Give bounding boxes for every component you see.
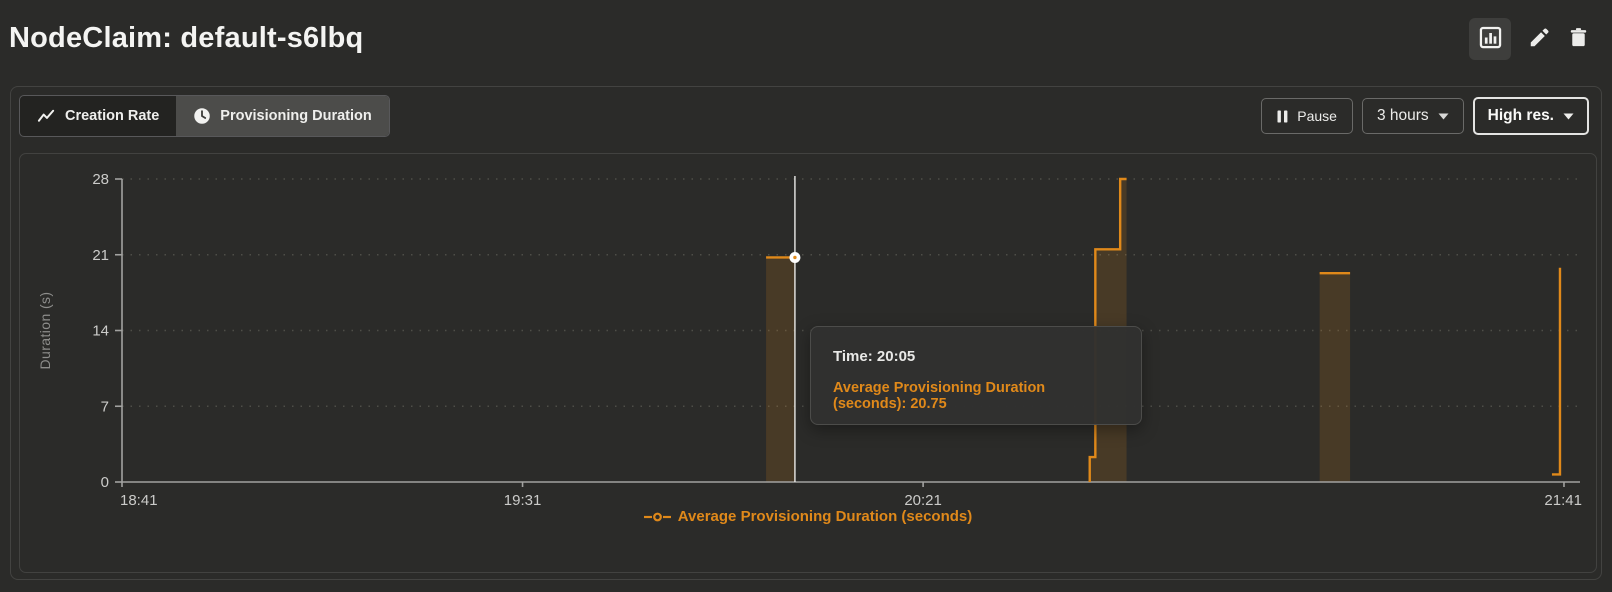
header-actions [1469, 18, 1590, 60]
legend-label: Average Provisioning Duration (seconds) [678, 508, 973, 525]
tab-creation-rate[interactable]: Creation Rate [20, 96, 176, 136]
chart-panel: Creation Rate Provisioning Duration [10, 86, 1602, 580]
tooltip-time: Time: 20:05 [833, 348, 1119, 365]
toolbar-right: Pause 3 hours High res. [1261, 95, 1589, 137]
pause-label: Pause [1297, 108, 1337, 124]
bar-chart-icon [1477, 24, 1504, 54]
svg-text:7: 7 [101, 398, 109, 415]
resolution-label: High res. [1488, 107, 1554, 125]
time-range-dropdown[interactable]: 3 hours [1362, 98, 1464, 134]
svg-text:20:21: 20:21 [904, 492, 942, 509]
chart-tooltip: Time: 20:05 Average Provisioning Duratio… [810, 326, 1142, 425]
time-range-label: 3 hours [1377, 107, 1429, 125]
line-circle-marker-icon [644, 511, 671, 523]
trash-icon [1567, 26, 1590, 52]
delete-button[interactable] [1567, 26, 1590, 52]
trend-line-icon [37, 108, 56, 124]
caret-down-icon [1563, 113, 1574, 120]
svg-text:Duration (s): Duration (s) [37, 292, 53, 370]
tab-label: Provisioning Duration [220, 108, 371, 124]
panel-toolbar: Creation Rate Provisioning Duration [11, 87, 1601, 145]
edit-button[interactable] [1527, 26, 1551, 53]
pause-button[interactable]: Pause [1261, 98, 1353, 134]
svg-text:0: 0 [101, 474, 109, 491]
svg-text:18:41: 18:41 [120, 492, 158, 509]
tab-provisioning-duration[interactable]: Provisioning Duration [176, 96, 388, 136]
pause-icon [1277, 110, 1288, 123]
svg-text:19:31: 19:31 [504, 492, 542, 509]
svg-text:21:41: 21:41 [1544, 492, 1582, 509]
svg-text:28: 28 [92, 171, 109, 188]
chart-legend: Average Provisioning Duration (seconds) [20, 508, 1596, 525]
chart-area[interactable]: 0 7 14 21 28 18:41 19:31 20:21 21:41 Duration (s)… [19, 153, 1597, 573]
tab-label: Creation Rate [65, 108, 159, 124]
tooltip-value: Average Provisioning Duration (seconds):… [833, 380, 1119, 412]
legend-item-avg-provisioning-duration[interactable]: Average Provisioning Duration (seconds) [644, 508, 973, 525]
svg-text:21: 21 [92, 247, 109, 264]
resolution-dropdown[interactable]: High res. [1473, 97, 1589, 135]
svg-text:14: 14 [92, 323, 109, 340]
chart-type-tabs: Creation Rate Provisioning Duration [19, 95, 390, 137]
chart-toggle-button[interactable] [1469, 18, 1511, 60]
caret-down-icon [1438, 113, 1449, 120]
page-title: NodeClaim: default-s6lbq [9, 22, 363, 55]
header: NodeClaim: default-s6lbq [0, 0, 1612, 78]
clock-icon [193, 107, 211, 125]
pencil-icon [1527, 26, 1551, 53]
